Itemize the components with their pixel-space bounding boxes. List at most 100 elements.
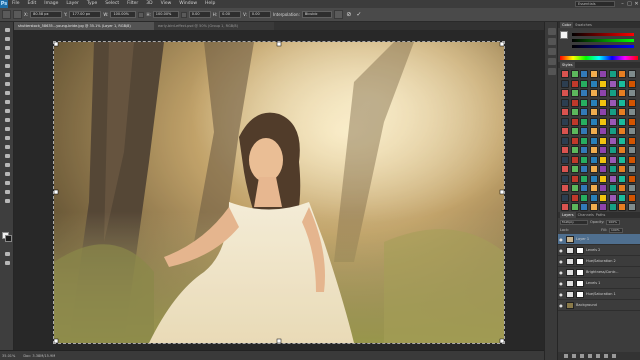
screen-mode-icon[interactable]: [3, 259, 11, 266]
style-swatch[interactable]: [570, 79, 579, 88]
h-skew-field[interactable]: 0.00: [219, 11, 242, 18]
commit-transform-icon[interactable]: ✓: [355, 11, 363, 18]
style-swatch[interactable]: [561, 89, 569, 97]
visibility-eye-icon[interactable]: ●: [558, 303, 564, 308]
style-swatch[interactable]: [580, 174, 588, 183]
tab-channels[interactable]: Channels: [578, 212, 594, 218]
color-fg-swatch[interactable]: [560, 31, 568, 39]
tab-styles[interactable]: Styles: [560, 62, 575, 68]
layer-row[interactable]: ● Levels 2: [558, 245, 640, 256]
blue-slider[interactable]: [572, 45, 634, 48]
visibility-eye-icon[interactable]: ●: [558, 259, 564, 264]
style-swatch[interactable]: [618, 193, 626, 202]
style-swatch[interactable]: [561, 79, 569, 88]
style-swatch[interactable]: [627, 108, 636, 116]
style-swatch[interactable]: [599, 155, 607, 164]
style-swatch[interactable]: [608, 89, 617, 97]
style-swatch[interactable]: [618, 174, 626, 183]
style-swatch[interactable]: [589, 127, 598, 135]
style-swatch[interactable]: [627, 70, 636, 78]
style-swatch[interactable]: [599, 89, 607, 97]
style-swatch[interactable]: [608, 146, 617, 154]
x-field[interactable]: 80.58 px: [30, 11, 63, 18]
v-skew-field[interactable]: 0.00: [248, 11, 271, 18]
background-color-swatch[interactable]: [5, 235, 12, 242]
menu-3d[interactable]: 3D: [142, 0, 156, 8]
reference-point-icon[interactable]: [13, 10, 22, 19]
minimize-button[interactable]: –: [619, 0, 626, 8]
paragraph-panel-icon[interactable]: [548, 68, 556, 75]
style-swatch[interactable]: [561, 184, 569, 192]
width-field[interactable]: 100.00%: [110, 11, 137, 18]
style-swatch[interactable]: [599, 117, 607, 126]
style-swatch[interactable]: [570, 193, 579, 202]
layer-style-icon[interactable]: [572, 354, 576, 358]
y-field[interactable]: 177.00 px: [69, 11, 102, 18]
style-swatch[interactable]: [608, 203, 617, 211]
style-swatch[interactable]: [627, 203, 636, 211]
visibility-eye-icon[interactable]: ●: [558, 237, 564, 242]
style-swatch[interactable]: [599, 193, 607, 202]
style-swatch[interactable]: [599, 203, 607, 211]
style-swatch[interactable]: [570, 117, 579, 126]
canvas-area[interactable]: [14, 30, 544, 350]
style-swatch[interactable]: [570, 203, 579, 211]
style-swatch[interactable]: [618, 108, 626, 116]
style-swatch[interactable]: [589, 70, 598, 78]
style-swatch[interactable]: [599, 98, 607, 107]
style-swatch[interactable]: [570, 136, 579, 145]
new-layer-icon[interactable]: [604, 354, 608, 358]
style-swatch[interactable]: [580, 89, 588, 97]
color-spectrum[interactable]: [560, 56, 638, 60]
style-swatch[interactable]: [561, 203, 569, 211]
style-swatch[interactable]: [608, 184, 617, 192]
style-swatch[interactable]: [580, 184, 588, 192]
style-swatch[interactable]: [570, 184, 579, 192]
style-swatch[interactable]: [580, 203, 588, 211]
style-swatch[interactable]: [570, 127, 579, 135]
style-swatch[interactable]: [570, 89, 579, 97]
style-swatch[interactable]: [618, 146, 626, 154]
style-swatch[interactable]: [570, 165, 579, 173]
menu-view[interactable]: View: [157, 0, 176, 8]
style-swatch[interactable]: [589, 203, 598, 211]
height-field[interactable]: 100.00%: [152, 11, 179, 18]
style-swatch[interactable]: [608, 108, 617, 116]
brush-tool-icon[interactable]: [3, 89, 11, 96]
style-swatch[interactable]: [561, 98, 569, 107]
quick-select-tool-icon[interactable]: [3, 53, 11, 60]
style-swatch[interactable]: [618, 184, 626, 192]
style-swatch[interactable]: [627, 79, 636, 88]
layer-row[interactable]: ● Hue/Saturation 2: [558, 256, 640, 267]
clone-stamp-tool-icon[interactable]: [3, 98, 11, 105]
menu-filter[interactable]: Filter: [123, 0, 142, 8]
tab-layers[interactable]: Layers: [560, 212, 576, 218]
style-swatch[interactable]: [599, 136, 607, 145]
style-swatch[interactable]: [599, 174, 607, 183]
hand-tool-icon[interactable]: [3, 188, 11, 195]
style-swatch[interactable]: [570, 108, 579, 116]
style-swatch[interactable]: [627, 155, 636, 164]
dodge-tool-icon[interactable]: [3, 143, 11, 150]
style-swatch[interactable]: [580, 98, 588, 107]
style-swatch[interactable]: [589, 89, 598, 97]
layer-row[interactable]: ● Hue/Saturation 1: [558, 289, 640, 300]
style-swatch[interactable]: [589, 184, 598, 192]
style-swatch[interactable]: [561, 174, 569, 183]
style-swatch[interactable]: [627, 165, 636, 173]
style-swatch[interactable]: [570, 70, 579, 78]
style-swatch[interactable]: [570, 98, 579, 107]
history-panel-icon[interactable]: [548, 28, 556, 35]
document-image[interactable]: [53, 41, 505, 344]
menu-type[interactable]: Type: [83, 0, 101, 8]
style-swatch[interactable]: [561, 108, 569, 116]
tab-early-bird-effect[interactable]: early-bird-effect.psd @ 50% (Group 1, RG…: [154, 22, 274, 30]
style-swatch[interactable]: [570, 146, 579, 154]
style-swatch[interactable]: [627, 184, 636, 192]
style-swatch[interactable]: [580, 146, 588, 154]
angle-field[interactable]: 0.00: [188, 11, 211, 18]
style-swatch[interactable]: [627, 98, 636, 107]
style-swatch[interactable]: [618, 117, 626, 126]
new-group-icon[interactable]: [596, 354, 600, 358]
style-swatch[interactable]: [618, 165, 626, 173]
